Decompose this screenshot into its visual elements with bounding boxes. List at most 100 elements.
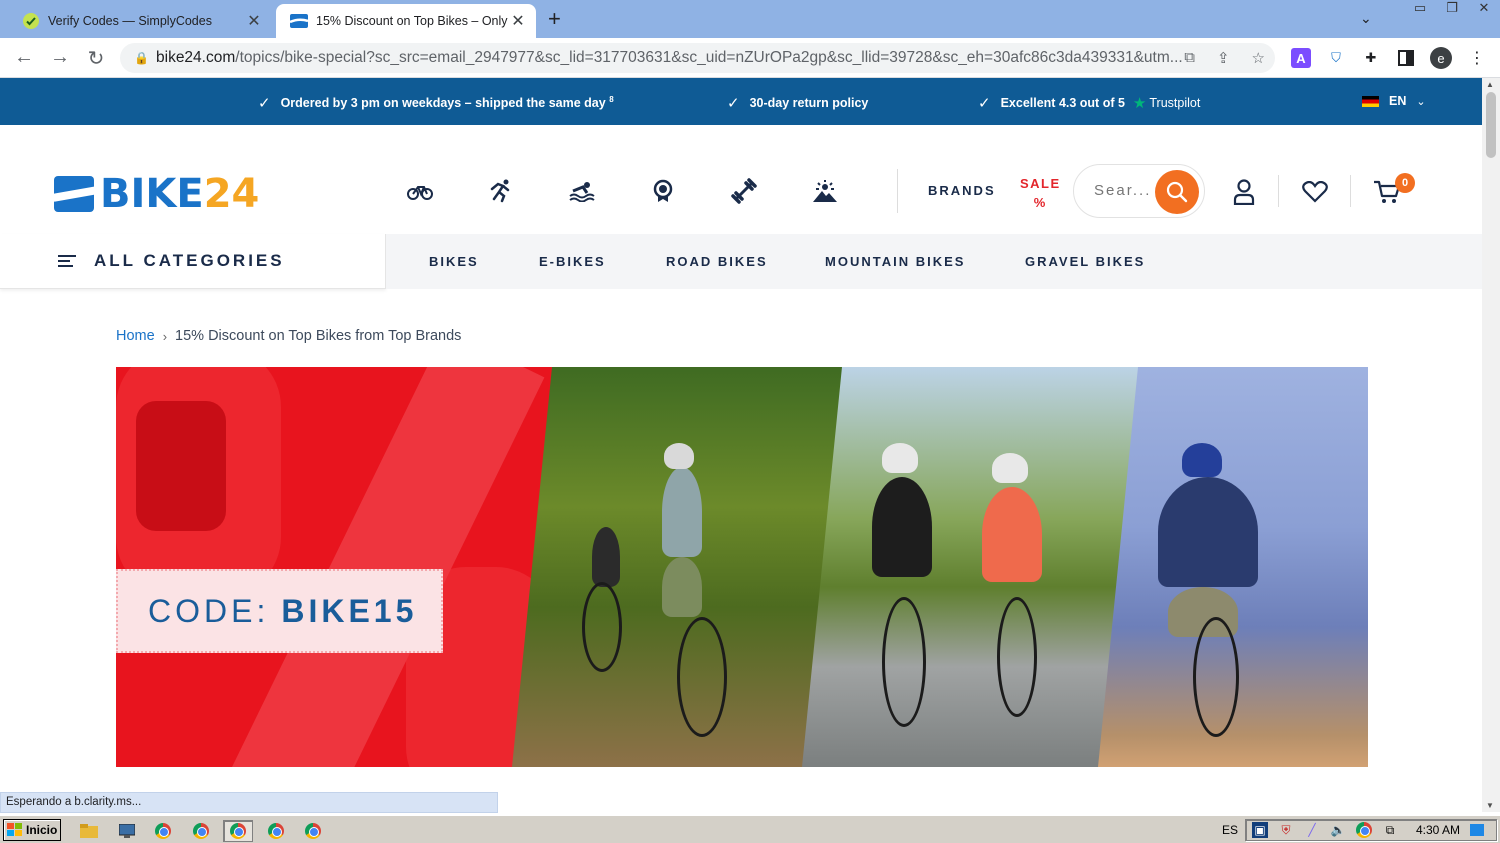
notification-tray-icon[interactable]: [1470, 824, 1485, 836]
hamburger-menu-icon: [58, 252, 76, 270]
browser-status-bubble: Esperando a b.clarity.ms...: [0, 792, 498, 813]
chrome-taskbar-icon[interactable]: [223, 820, 253, 842]
trustpilot-star-icon: ★: [1132, 95, 1147, 112]
extension-shield-icon[interactable]: ⛉: [1326, 48, 1346, 68]
chrome-taskbar-icon[interactable]: [186, 820, 216, 842]
address-bar[interactable]: 🔒 bike24.com/topics/bike-special?sc_src=…: [120, 43, 1275, 73]
bike24-favicon-icon: [290, 12, 308, 30]
clock[interactable]: 4:30 AM: [1416, 823, 1460, 837]
fitness-dumbbell-icon[interactable]: [730, 177, 758, 205]
helmet-figure: [1182, 443, 1222, 477]
bike24-logo[interactable]: BIKE24: [54, 171, 259, 217]
nav-link-e-bikes[interactable]: E-BIKES: [539, 254, 606, 269]
chrome-tray-icon[interactable]: [1356, 822, 1372, 838]
network-tray-icon[interactable]: ⧉: [1382, 822, 1398, 838]
logo-wordmark: BIKE24: [100, 171, 260, 217]
input-language-indicator[interactable]: ES: [1222, 823, 1238, 837]
tab-search-chevron-icon[interactable]: ⌄: [1360, 10, 1372, 27]
tab-close-icon[interactable]: ✕: [508, 11, 528, 31]
tab-title: Verify Codes — SimplyCodes: [48, 14, 212, 28]
running-icon[interactable]: [487, 177, 515, 205]
extension-a-icon[interactable]: A: [1291, 48, 1311, 68]
percent-icon: %: [1033, 195, 1047, 210]
account-icon[interactable]: [1229, 177, 1259, 207]
page-scrollbar[interactable]: ▲ ▼: [1482, 78, 1500, 812]
nav-link-mountain-bikes[interactable]: MOUNTAIN BIKES: [825, 254, 965, 269]
translate-icon[interactable]: ⧉: [1184, 49, 1195, 67]
volume-tray-icon[interactable]: 🔈: [1330, 822, 1346, 838]
shorts-figure: [662, 557, 702, 617]
swimming-icon[interactable]: [568, 177, 596, 205]
bike-wheel-graphic: [882, 597, 926, 727]
bike-wheel-graphic: [677, 617, 727, 737]
check-icon: ✓: [978, 95, 991, 112]
browser-tab-strip: Verify Codes — SimplyCodes ✕ 15% Discoun…: [0, 0, 1500, 38]
nav-link-road-bikes[interactable]: ROAD BIKES: [666, 254, 768, 269]
trustpilot-label: Trustpilot: [1149, 96, 1201, 110]
security-tray-icon[interactable]: ⛨: [1278, 822, 1294, 838]
bike-wheel-graphic: [582, 582, 622, 672]
simplycodes-favicon-icon: [22, 12, 40, 30]
start-label: Inicio: [26, 823, 58, 837]
show-desktop-icon[interactable]: [112, 820, 142, 842]
browser-tab-bike24[interactable]: 15% Discount on Top Bikes – Only I ✕: [276, 4, 536, 38]
extensions-puzzle-icon[interactable]: ✚: [1361, 48, 1381, 68]
search-input[interactable]: [1094, 182, 1156, 199]
reload-icon[interactable]: ↻: [84, 46, 108, 71]
forward-icon[interactable]: →: [48, 46, 72, 69]
scrollbar-thumb[interactable]: [1486, 92, 1496, 158]
tab-close-icon[interactable]: ✕: [244, 11, 264, 31]
bookmark-star-icon[interactable]: ☆: [1252, 49, 1265, 67]
all-categories-button[interactable]: ALL CATEGORIES: [0, 234, 386, 289]
start-button[interactable]: Inicio: [3, 819, 61, 841]
search-button[interactable]: [1155, 170, 1199, 214]
nav-link-gravel-bikes[interactable]: GRAVEL BIKES: [1025, 254, 1145, 269]
promo-rating[interactable]: ✓ Excellent 4.3 out of 5 ★ Trustpilot: [978, 94, 1200, 112]
file-explorer-icon[interactable]: [74, 820, 104, 842]
promo-returns-text: 30-day return policy: [749, 96, 869, 110]
percent-sign-graphic: [136, 401, 226, 531]
nav-link-bikes[interactable]: BIKES: [429, 254, 479, 269]
new-tab-icon[interactable]: +: [548, 6, 561, 32]
scroll-down-icon[interactable]: ▼: [1486, 801, 1494, 810]
share-icon[interactable]: ⇪: [1217, 49, 1230, 67]
brands-link[interactable]: BRANDS: [928, 183, 996, 198]
browser-tab-simplycodes[interactable]: Verify Codes — SimplyCodes ✕: [8, 4, 272, 38]
breadcrumb: Home › 15% Discount on Top Bikes from To…: [116, 328, 461, 344]
chevron-right-icon: ›: [162, 328, 168, 344]
chrome-taskbar-icon[interactable]: [148, 820, 178, 842]
emtb-rider-photo: [1098, 367, 1368, 767]
language-selector[interactable]: EN ⌄: [1362, 94, 1426, 108]
profile-avatar[interactable]: e: [1430, 47, 1452, 69]
back-icon[interactable]: ←: [12, 46, 36, 69]
wishlist-heart-icon[interactable]: [1300, 177, 1330, 207]
sale-link[interactable]: SALE %: [1020, 174, 1061, 212]
road-riders-photo: [802, 367, 1148, 767]
restore-icon[interactable]: ❐: [1436, 0, 1468, 20]
chrome-menu-icon[interactable]: ⋮: [1467, 48, 1487, 68]
breadcrumb-home-link[interactable]: Home: [116, 328, 155, 344]
promo-code-value: BIKE15: [281, 592, 418, 629]
triathlon-medal-icon[interactable]: [649, 177, 677, 205]
promo-shipping-text: Ordered by 3 pm on weekdays – shipped th…: [280, 96, 606, 111]
outdoor-mountain-icon[interactable]: [811, 177, 839, 205]
close-window-icon[interactable]: ✕: [1468, 0, 1500, 20]
scroll-up-icon[interactable]: ▲: [1486, 80, 1494, 89]
minimize-icon[interactable]: ▭: [1404, 0, 1436, 20]
monitor-tray-icon[interactable]: ▣: [1252, 822, 1268, 838]
window-controls: ▭ ❐ ✕: [1404, 0, 1500, 20]
pen-tray-icon[interactable]: ╱: [1304, 822, 1320, 838]
tab-title: 15% Discount on Top Bikes – Only I: [316, 14, 508, 28]
promo-code-box[interactable]: CODE: BIKE15: [116, 569, 443, 653]
lock-icon[interactable]: 🔒: [134, 51, 149, 65]
header-separator: [1278, 175, 1279, 207]
cart-count-badge: 0: [1395, 173, 1415, 193]
url-host: bike24.com: [156, 49, 236, 66]
chrome-taskbar-icon[interactable]: [298, 820, 328, 842]
german-flag-icon: [1362, 95, 1379, 107]
windows-taskbar: Inicio ES ▣ ⛨ ╱ 🔈 ⧉ 4:30 AM: [0, 815, 1500, 843]
side-panel-icon[interactable]: [1396, 48, 1416, 68]
promo-banner[interactable]: CODE: BIKE15: [116, 367, 1368, 767]
bike-icon[interactable]: [406, 177, 434, 205]
chrome-taskbar-icon[interactable]: [261, 820, 291, 842]
